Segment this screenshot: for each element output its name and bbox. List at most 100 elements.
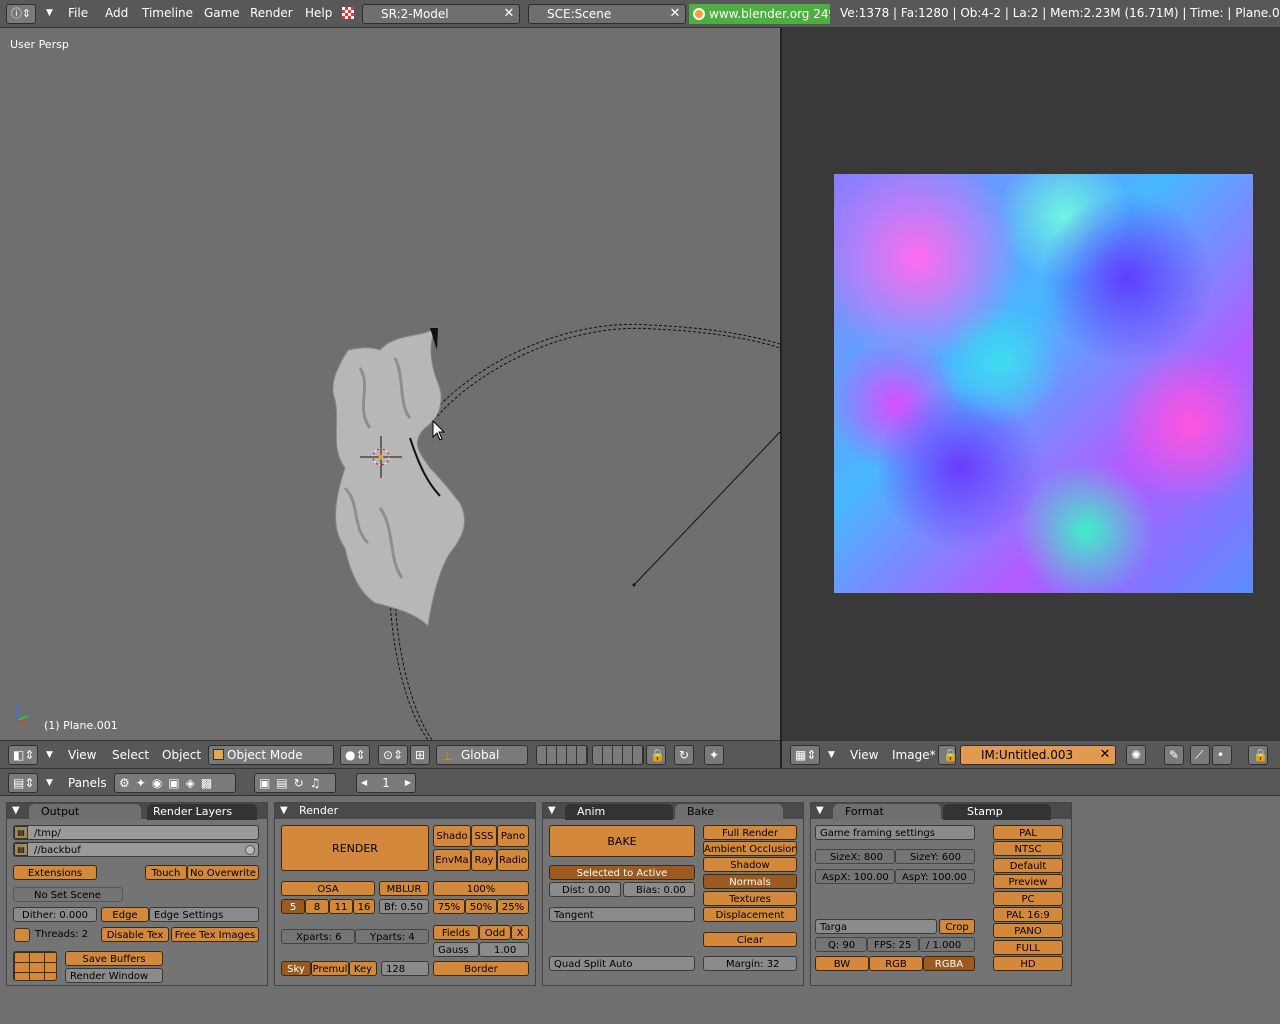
fps-base-field[interactable]: / 1.000 (919, 937, 975, 952)
quad-split-selector[interactable]: Quad Split Auto (549, 956, 695, 971)
extensions-button[interactable]: Extensions (13, 865, 97, 880)
preset-pc[interactable]: PC (993, 891, 1063, 906)
chevron-left-icon[interactable]: ◀ (361, 774, 367, 792)
no-overwrite-button[interactable]: No Overwrite (187, 865, 259, 880)
menu-timeline[interactable]: Timeline (142, 6, 193, 20)
uv-icon[interactable]: ⟋ (1190, 745, 1210, 765)
bake-button[interactable]: BAKE (549, 825, 695, 857)
paint-icon[interactable]: ✎ (1164, 745, 1184, 765)
render-preview-icon[interactable]: ✦ (704, 745, 724, 765)
menu-file[interactable]: File (68, 6, 88, 20)
collapse-icon[interactable]: ▼ (12, 805, 20, 816)
tab-render-layers[interactable]: Render Layers (147, 804, 257, 820)
rgba-button[interactable]: RGBA (923, 956, 975, 971)
tab-format[interactable]: Format (833, 804, 941, 820)
crop-button[interactable]: Crop (939, 919, 975, 934)
tab-stamp[interactable]: Stamp (943, 804, 1051, 820)
image-selector[interactable]: IM:Untitled.003 ✕ (960, 745, 1116, 765)
osa-8-button[interactable]: 8 (305, 899, 329, 914)
context-buttons[interactable]: ⚙✦◉▣◈▩ (114, 773, 236, 793)
panels-menu[interactable]: Panels (68, 776, 107, 790)
normal-space-selector[interactable]: Tangent (549, 907, 695, 922)
menu-select[interactable]: Select (112, 748, 149, 762)
editor-type-icon[interactable]: ◧⇕ (8, 745, 38, 765)
osa-button[interactable]: OSA (281, 881, 375, 896)
bits-selector[interactable]: 128 (381, 961, 429, 976)
manipulator-icon[interactable]: ⊞ (410, 745, 430, 765)
chevron-down-icon[interactable]: ▼ (46, 778, 53, 788)
preset-default[interactable]: Default (993, 858, 1063, 873)
tab-bake[interactable]: Bake (675, 804, 783, 820)
chevron-down-icon[interactable]: ▼ (46, 8, 53, 18)
filter-size-field[interactable]: 1.00 (479, 942, 529, 957)
selected-to-active-button[interactable]: Selected to Active (549, 865, 695, 880)
bake-mode-shadow[interactable]: Shadow (703, 857, 797, 872)
backbuf-toggle[interactable] (245, 845, 255, 855)
key-button[interactable]: Key (349, 961, 377, 976)
sky-button[interactable]: Sky (281, 961, 311, 976)
menu-add[interactable]: Add (105, 6, 128, 20)
edge-settings-button[interactable]: Edge Settings (149, 907, 259, 922)
collapse-icon[interactable]: ▼ (280, 805, 288, 816)
preset-pano[interactable]: PANO (993, 923, 1063, 938)
size-50-button[interactable]: 50% (465, 899, 497, 914)
pano-button[interactable]: Pano (497, 825, 529, 847)
render-icon[interactable]: ✺ (1126, 745, 1146, 765)
premul-button[interactable]: Premul (311, 961, 349, 976)
layer-buttons-2[interactable] (592, 745, 644, 765)
edge-button[interactable]: Edge (101, 907, 149, 922)
lock-icon[interactable]: 🔒 (1248, 745, 1268, 765)
dot-icon[interactable]: • (1212, 745, 1232, 765)
osa-5-button[interactable]: 5 (281, 899, 305, 914)
bake-mode-textures[interactable]: Textures (703, 891, 797, 906)
bake-mode-displacement[interactable]: Displacement (703, 907, 797, 922)
close-icon[interactable]: ✕ (1097, 747, 1113, 763)
aspx-field[interactable]: AspX: 100.00 (815, 869, 895, 884)
preset-ntsc[interactable]: NTSC (993, 841, 1063, 856)
filter-selector[interactable]: Gauss (433, 942, 479, 957)
bake-mode-normals[interactable]: Normals (703, 874, 797, 889)
render-window-icon[interactable] (13, 951, 57, 981)
bake-mode-ao[interactable]: Ambient Occlusion (703, 841, 797, 856)
tab-output[interactable]: Output (29, 804, 141, 820)
shading-selector[interactable]: ●⇕ (340, 745, 370, 765)
pin-icon[interactable]: 🔒 (938, 745, 958, 765)
collapse-icon[interactable]: ▼ (548, 805, 556, 816)
collapse-icon[interactable]: ▼ (816, 805, 824, 816)
save-buffers-button[interactable]: Save Buffers (65, 951, 163, 966)
quality-field[interactable]: Q: 90 (815, 937, 867, 952)
chevron-right-icon[interactable]: ▶ (405, 774, 411, 792)
preset-pal169[interactable]: PAL 16:9 (993, 907, 1063, 922)
size-25-button[interactable]: 25% (497, 899, 529, 914)
chevron-down-icon[interactable]: ▼ (46, 750, 53, 760)
blur-factor-field[interactable]: Bf: 0.50 (379, 899, 429, 914)
yparts-field[interactable]: Yparts: 4 (355, 929, 429, 944)
snap-icon[interactable]: ↻ (674, 745, 694, 765)
margin-field[interactable]: Margin: 32 (703, 956, 797, 971)
layer-buttons-1[interactable] (536, 745, 588, 765)
folder-icon[interactable]: ▤ (14, 843, 28, 856)
close-icon[interactable]: ✕ (667, 6, 683, 22)
file-format-selector[interactable]: Targa (815, 919, 937, 934)
preset-full[interactable]: FULL (993, 940, 1063, 955)
editor-type-icon[interactable]: ▤⇕ (8, 773, 38, 793)
chevron-down-icon[interactable]: ▼ (828, 750, 835, 760)
menu-view[interactable]: View (68, 748, 96, 762)
xparts-field[interactable]: Xparts: 6 (281, 929, 355, 944)
blender-url-link[interactable]: www.blender.org 249 (689, 4, 830, 24)
image-editor[interactable] (782, 28, 1280, 740)
x-button[interactable]: X (511, 925, 529, 940)
backbuf-path-field[interactable]: //backbuf (13, 842, 259, 857)
preset-hd[interactable]: HD (993, 956, 1063, 971)
free-tex-images-button[interactable]: Free Tex Images (171, 927, 259, 942)
aspy-field[interactable]: AspY: 100.00 (895, 869, 975, 884)
mblur-button[interactable]: MBLUR (379, 881, 429, 896)
subcontext-buttons[interactable]: ▣▤↻♫ (254, 773, 336, 793)
radio-button[interactable]: Radio (497, 849, 529, 871)
preset-preview[interactable]: Preview (993, 874, 1063, 889)
menu-render[interactable]: Render (250, 6, 293, 20)
envmap-button[interactable]: EnvMa (433, 849, 471, 871)
bw-button[interactable]: BW (815, 956, 869, 971)
menu-game[interactable]: Game (204, 6, 240, 20)
bake-mode-full-render[interactable]: Full Render (703, 825, 797, 840)
